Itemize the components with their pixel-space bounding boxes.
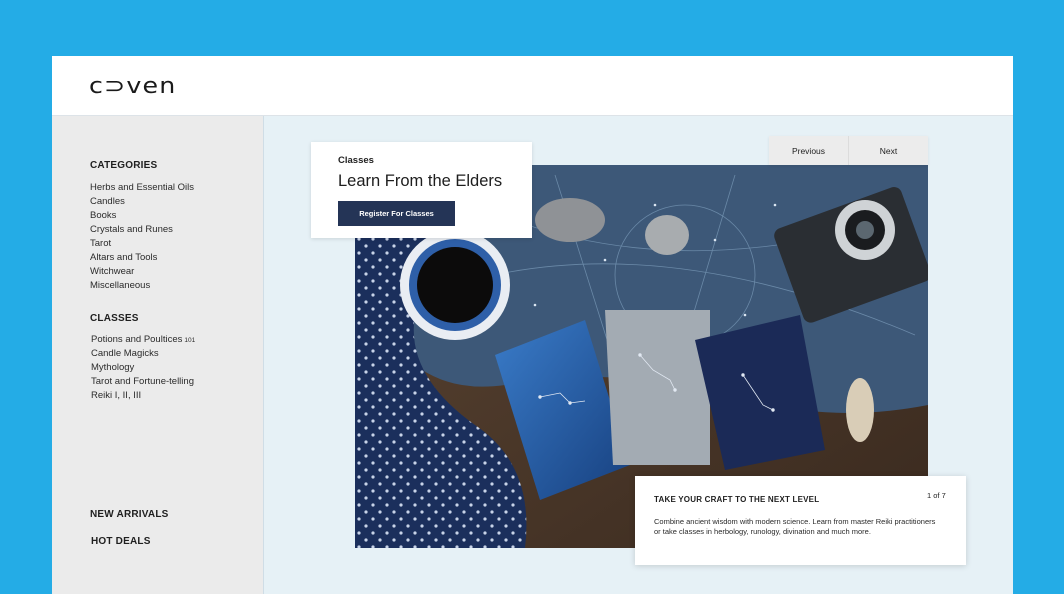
register-button[interactable]: Register For Classes <box>338 201 455 226</box>
info-card: TAKE YOUR CRAFT TO THE NEXT LEVEL 1 of 7… <box>635 476 966 565</box>
info-heading: TAKE YOUR CRAFT TO THE NEXT LEVEL <box>654 495 820 504</box>
sidebar: CATEGORIES Herbs and Essential Oils Cand… <box>52 116 264 594</box>
sidebar-item-witchwear[interactable]: Witchwear <box>90 265 194 279</box>
main-content: Previous Next Classes Learn From the Eld… <box>264 116 1013 594</box>
brand-logo[interactable]: c⊃ven <box>89 74 176 99</box>
sidebar-item-tarot[interactable]: Tarot <box>90 237 194 251</box>
info-body: Combine ancient wisdom with modern scien… <box>654 517 936 536</box>
classes-heading: CLASSES <box>90 313 139 324</box>
sidebar-item-altars[interactable]: Altars and Tools <box>90 251 194 265</box>
sidebar-item-reiki[interactable]: Reiki I, II, III <box>91 389 195 403</box>
slider-pager: Previous Next <box>769 136 928 165</box>
category-list: Herbs and Essential Oils Candles Books C… <box>90 181 194 293</box>
previous-button[interactable]: Previous <box>769 136 848 165</box>
hot-deals-link[interactable]: HOT DEALS <box>91 536 151 547</box>
app-window: c⊃ven CATEGORIES Herbs and Essential Oil… <box>52 56 1013 594</box>
sidebar-item-miscellaneous[interactable]: Miscellaneous <box>90 279 194 293</box>
sidebar-item-candles[interactable]: Candles <box>90 195 194 209</box>
top-bar: c⊃ven <box>52 56 1013 116</box>
classes-card: Classes Learn From the Elders Register F… <box>311 142 532 238</box>
next-button[interactable]: Next <box>849 136 928 165</box>
sidebar-item-crystals[interactable]: Crystals and Runes <box>90 223 194 237</box>
sidebar-item-herbs[interactable]: Herbs and Essential Oils <box>90 181 194 195</box>
sidebar-item-tarot-fortune[interactable]: Tarot and Fortune-telling <box>91 375 195 389</box>
categories-heading: CATEGORIES <box>90 160 158 171</box>
course-number: 101 <box>184 337 196 344</box>
sidebar-item-potions[interactable]: Potions and Poultices 101 <box>91 333 195 347</box>
slide-counter: 1 of 7 <box>927 491 946 500</box>
classes-list: Potions and Poultices 101 Candle Magicks … <box>91 333 195 403</box>
card-title: Learn From the Elders <box>338 172 503 190</box>
card-eyebrow: Classes <box>338 155 374 166</box>
new-arrivals-link[interactable]: NEW ARRIVALS <box>90 509 169 520</box>
sidebar-item-candle-magicks[interactable]: Candle Magicks <box>91 347 195 361</box>
sidebar-item-mythology[interactable]: Mythology <box>91 361 195 375</box>
sidebar-item-books[interactable]: Books <box>90 209 194 223</box>
sidebar-item-label: Potions and Poultices <box>91 334 183 345</box>
